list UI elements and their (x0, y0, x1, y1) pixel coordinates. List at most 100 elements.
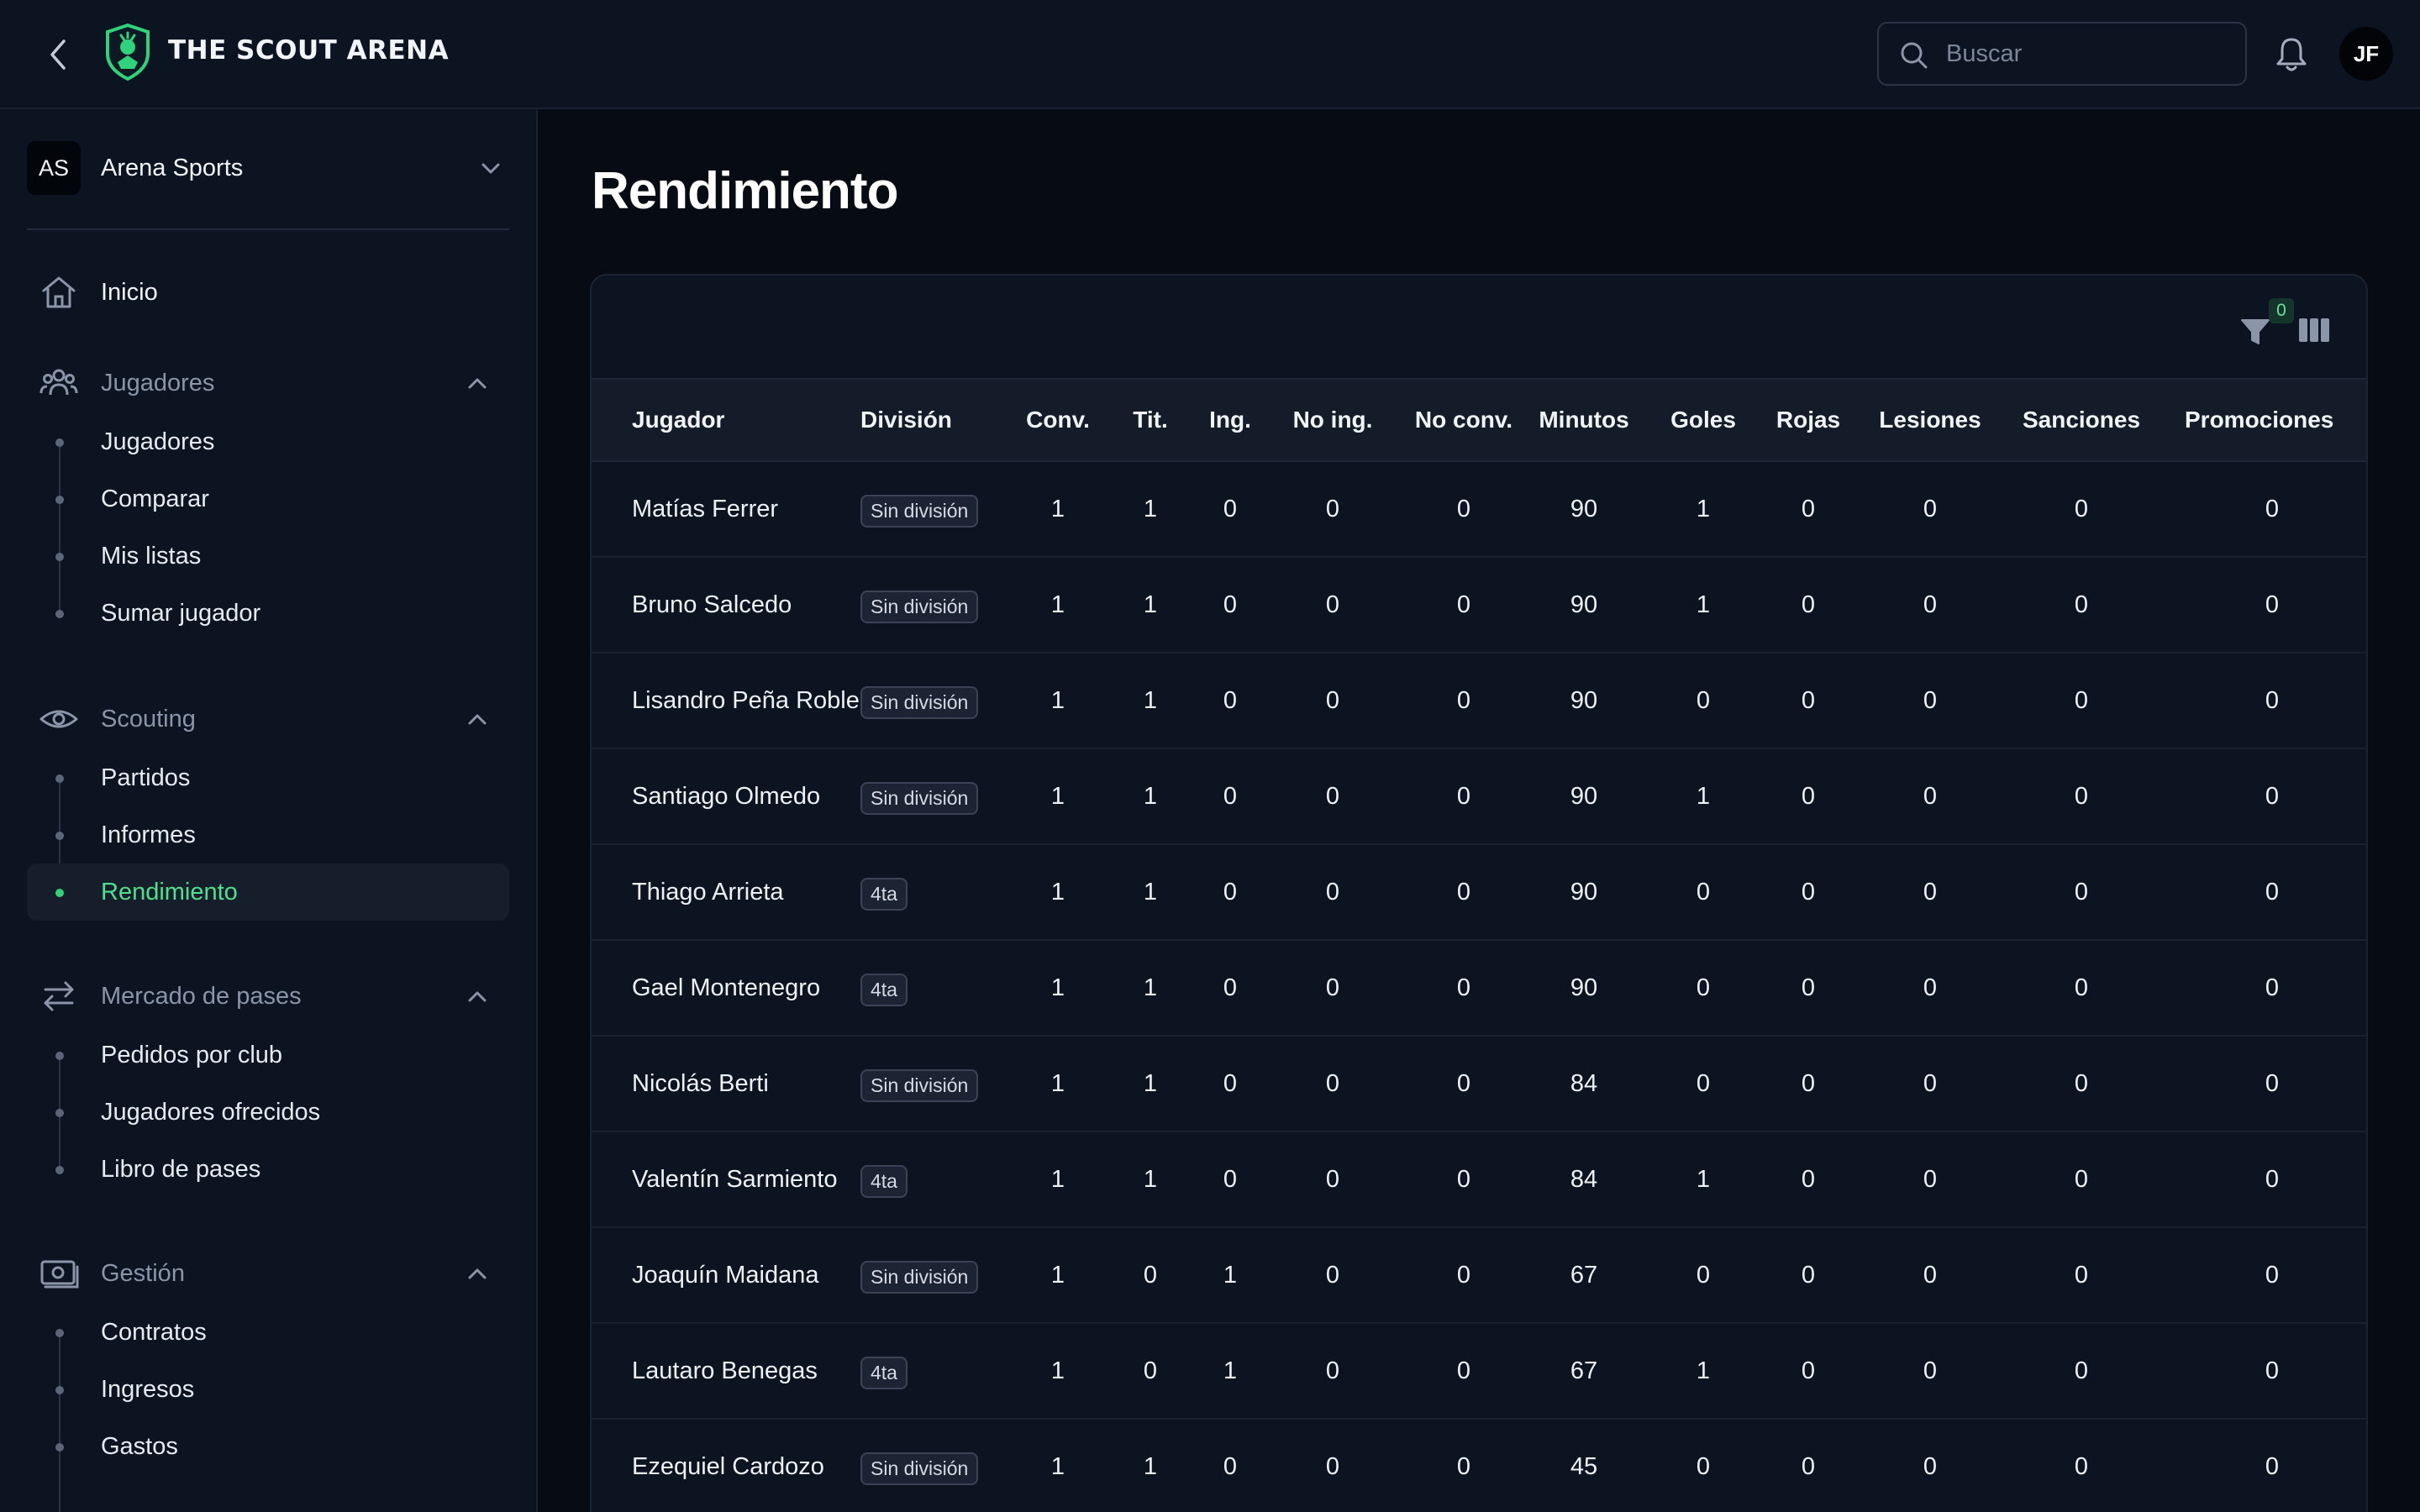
sidebar-item-pedidos-por-club[interactable]: Pedidos por club (27, 1026, 509, 1084)
column-header-no-conv[interactable]: No conv. (1402, 378, 1526, 462)
stat-cell: 90 (1570, 591, 1598, 618)
bullet-dot (55, 610, 64, 618)
table-row[interactable]: Santiago Olmedo Sin división 1 1 0 0 0 90 1 0 0 0 0 (592, 748, 2366, 844)
division-cell: Sin división (860, 653, 1012, 748)
sidebar-item-inicio[interactable]: Inicio (27, 264, 509, 321)
bell-icon[interactable] (2272, 35, 2311, 74)
stat-cell: 1 (1050, 782, 1065, 810)
stat-cell: 0 (1923, 495, 1938, 522)
money-icon (40, 1260, 79, 1289)
stat-cell: 0 (1923, 1069, 1938, 1097)
sidebar-item-sumar-jugador[interactable]: Sumar jugador (27, 585, 509, 642)
stat-cell: 0 (2265, 591, 2280, 618)
stat-cell: 1 (1050, 495, 1065, 522)
search-box[interactable] (1877, 22, 2247, 86)
column-header-tit[interactable]: Tit. (1104, 378, 1197, 462)
stat-cell: 0 (1923, 1357, 1938, 1384)
stat-cell: 0 (1143, 1261, 1158, 1289)
column-header-sanciones[interactable]: Sanciones (2008, 378, 2154, 462)
stat-cell: 1 (1223, 1357, 1238, 1384)
sidebar-item-partidos[interactable]: Partidos (27, 749, 509, 806)
column-header-no-ing[interactable]: No ing. (1264, 378, 1402, 462)
sidebar-group-label: Gestión (101, 1259, 185, 1287)
columns-button[interactable] (2296, 312, 2333, 349)
column-header-goles[interactable]: Goles (1642, 378, 1765, 462)
sidebar-item-jugadores[interactable]: Jugadores (27, 413, 509, 470)
table-row[interactable]: Matías Ferrer Sin división 1 1 0 0 0 90 1 0 0 0 0 (592, 461, 2366, 557)
table-row[interactable]: Valentín Sarmiento 4ta 1 1 0 0 0 84 1 0 0 0 0 (592, 1131, 2366, 1227)
sidebar-item-mis-listas[interactable]: Mis listas (27, 528, 509, 585)
division-cell: 4ta (860, 940, 1012, 1036)
back-button[interactable] (37, 34, 79, 76)
stat-cell: 0 (1923, 1452, 1938, 1480)
sidebar-item-ingresos[interactable]: Ingresos (27, 1361, 509, 1418)
stat-cell: 0 (2074, 1357, 2089, 1384)
sidebar-group-mercado-de-pases[interactable]: Mercado de pases (27, 968, 509, 1025)
column-header-ing[interactable]: Ing. (1197, 378, 1264, 462)
column-header-lesiones[interactable]: Lesiones (1852, 378, 2008, 462)
filter-button[interactable]: 0 (2237, 298, 2294, 349)
stat-cell: 0 (1801, 1261, 1816, 1289)
stat-cell: 0 (2265, 974, 2280, 1001)
sidebar-item-label: Partidos (101, 764, 191, 791)
player-name-cell: Gael Montenegro (632, 974, 821, 1001)
table-row[interactable]: Bruno Salcedo Sin división 1 1 0 0 0 90 1 0 0 0 0 (592, 557, 2366, 653)
column-header-minutos[interactable]: Minutos (1526, 378, 1642, 462)
column-header-rojas[interactable]: Rojas (1765, 378, 1852, 462)
stat-cell: 0 (1223, 974, 1238, 1001)
sidebar-group-jugadores[interactable]: Jugadores (27, 354, 509, 412)
home-icon (42, 276, 76, 308)
sidebar-item-informes[interactable]: Informes (27, 806, 509, 864)
table-row[interactable]: Gael Montenegro 4ta 1 1 0 0 0 90 0 0 0 0 0 (592, 940, 2366, 1036)
bullet-dot (55, 553, 64, 561)
sidebar-group-label: Scouting (101, 705, 196, 732)
column-header-jugador[interactable]: Jugador (592, 378, 860, 462)
org-selector[interactable]: AS Arena Sports (27, 136, 509, 200)
division-chip: Sin división (860, 1452, 979, 1485)
sidebar-group-gestion[interactable]: Gestión (27, 1245, 509, 1302)
search-input[interactable] (1946, 39, 2245, 68)
sidebar-item-rendimiento[interactable]: Rendimiento (27, 864, 509, 921)
player-name-cell: Matías Ferrer (632, 495, 779, 522)
table-row[interactable]: Lisandro Peña Roble Sin división 1 1 0 0 0 90 0 0… (592, 653, 2366, 748)
stat-cell: 0 (2074, 1452, 2089, 1480)
column-header-conv[interactable]: Conv. (1012, 378, 1104, 462)
stat-cell: 0 (2074, 782, 2089, 810)
sidebar-item-jugadores-ofrecidos[interactable]: Jugadores ofrecidos (27, 1084, 509, 1141)
stat-cell: 0 (1801, 495, 1816, 522)
division-cell: 4ta (860, 1131, 1012, 1227)
stat-cell: 0 (1223, 782, 1238, 810)
column-header-promociones[interactable]: Promociones (2154, 378, 2366, 462)
table-row[interactable]: Ezequiel Cardozo Sin división 1 1 0 0 0 45 0 0 0 0 0 (592, 1419, 2366, 1512)
stat-cell: 1 (1050, 591, 1065, 618)
users-icon (39, 369, 78, 396)
stat-cell: 0 (1223, 1069, 1238, 1097)
stat-cell: 0 (1696, 686, 1711, 714)
table-row[interactable]: Nicolás Berti Sin división 1 1 0 0 0 84 0 0 0 0 0 (592, 1036, 2366, 1131)
player-name-cell: Thiago Arrieta (632, 878, 784, 906)
stat-cell: 0 (1801, 1357, 1816, 1384)
stat-cell: 1 (1143, 782, 1158, 810)
chevron-up-icon (468, 1268, 487, 1279)
division-chip: Sin división (860, 1260, 979, 1294)
table-row[interactable]: Thiago Arrieta 4ta 1 1 0 0 0 90 0 0 0 0 0 (592, 844, 2366, 940)
sidebar-item-gastos[interactable]: Gastos (27, 1418, 509, 1475)
columns-icon (2299, 318, 2329, 342)
table-row[interactable]: Joaquín Maidana Sin división 1 0 1 0 0 67 0 0 0 0 0 (592, 1227, 2366, 1323)
stat-cell: 0 (1801, 974, 1816, 1001)
stat-cell: 1 (1050, 974, 1065, 1001)
stat-cell: 0 (2265, 1357, 2280, 1384)
sidebar-item-contratos[interactable]: Contratos (27, 1304, 509, 1361)
user-avatar[interactable]: JF (2339, 27, 2393, 81)
stat-cell: 1 (1143, 495, 1158, 522)
stat-cell: 0 (1325, 1452, 1340, 1480)
sidebar-group-scouting[interactable]: Scouting (27, 690, 509, 748)
stat-cell: 0 (2265, 878, 2280, 906)
sidebar-item-libro-de-pases[interactable]: Libro de pases (27, 1141, 509, 1198)
stat-cell: 1 (1143, 974, 1158, 1001)
column-header-division[interactable]: División (860, 378, 1012, 462)
stat-cell: 84 (1570, 1069, 1598, 1097)
sidebar-item-comparar[interactable]: Comparar (27, 470, 509, 528)
sidebar-item-label: Rendimiento (101, 878, 238, 906)
table-row[interactable]: Lautaro Benegas 4ta 1 0 1 0 0 67 1 0 0 0 0 (592, 1323, 2366, 1419)
